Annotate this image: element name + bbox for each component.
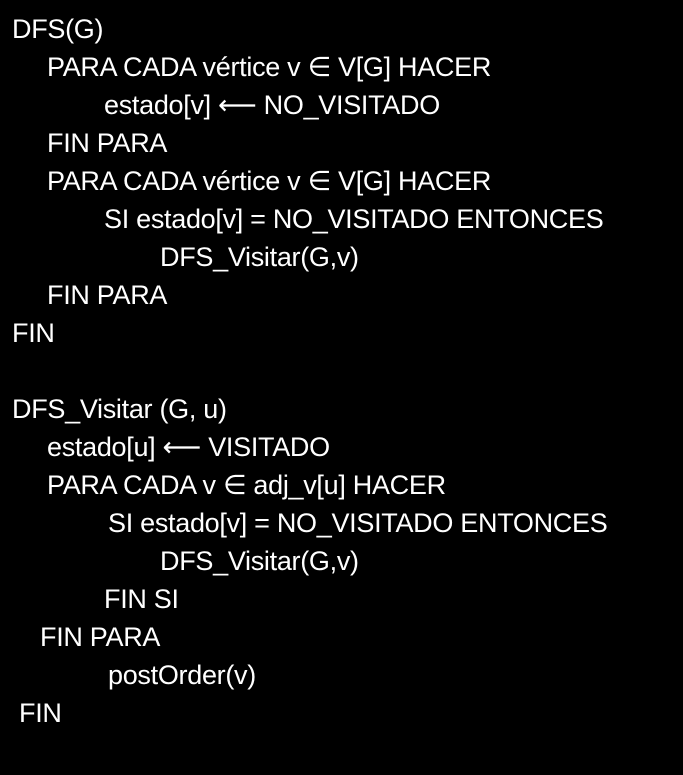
dfs-visit-end: FIN [19, 698, 62, 728]
dfs-visit-recursive-call: DFS_Visitar(G,v) [160, 546, 359, 576]
dfs-if-unvisited: SI estado[v] = NO_VISITADO ENTONCES [104, 204, 604, 234]
dfs-set-unvisited: estado[v] ⟵ NO_VISITADO [104, 90, 440, 120]
dfs-visit-header: DFS_Visitar (G, u) [12, 394, 227, 424]
dfs-end-for-1: FIN PARA [47, 128, 168, 158]
dfs-end-for-2: FIN PARA [47, 280, 168, 310]
dfs-visit-for-adjacent: PARA CADA v ∈ adj_v[u] HACER [47, 470, 446, 500]
dfs-visit-post-order: postOrder(v) [108, 660, 256, 690]
dfs-end: FIN [12, 318, 55, 348]
dfs-for-loop-init: PARA CADA vértice v ∈ V[G] HACER [47, 52, 492, 82]
dfs-visit-if-unvisited: SI estado[v] = NO_VISITADO ENTONCES [108, 508, 608, 538]
pseudocode-listing: DFS(G) PARA CADA vértice v ∈ V[G] HACER … [0, 0, 683, 775]
dfs-for-loop-visit: PARA CADA vértice v ∈ V[G] HACER [47, 166, 492, 196]
dfs-visit-end-if: FIN SI [104, 584, 179, 614]
dfs-header: DFS(G) [12, 14, 104, 44]
dfs-visit-end-for: FIN PARA [40, 622, 161, 652]
dfs-call-visit: DFS_Visitar(G,v) [160, 242, 359, 272]
dfs-visit-mark-visited: estado[u] ⟵ VISITADO [47, 432, 330, 462]
